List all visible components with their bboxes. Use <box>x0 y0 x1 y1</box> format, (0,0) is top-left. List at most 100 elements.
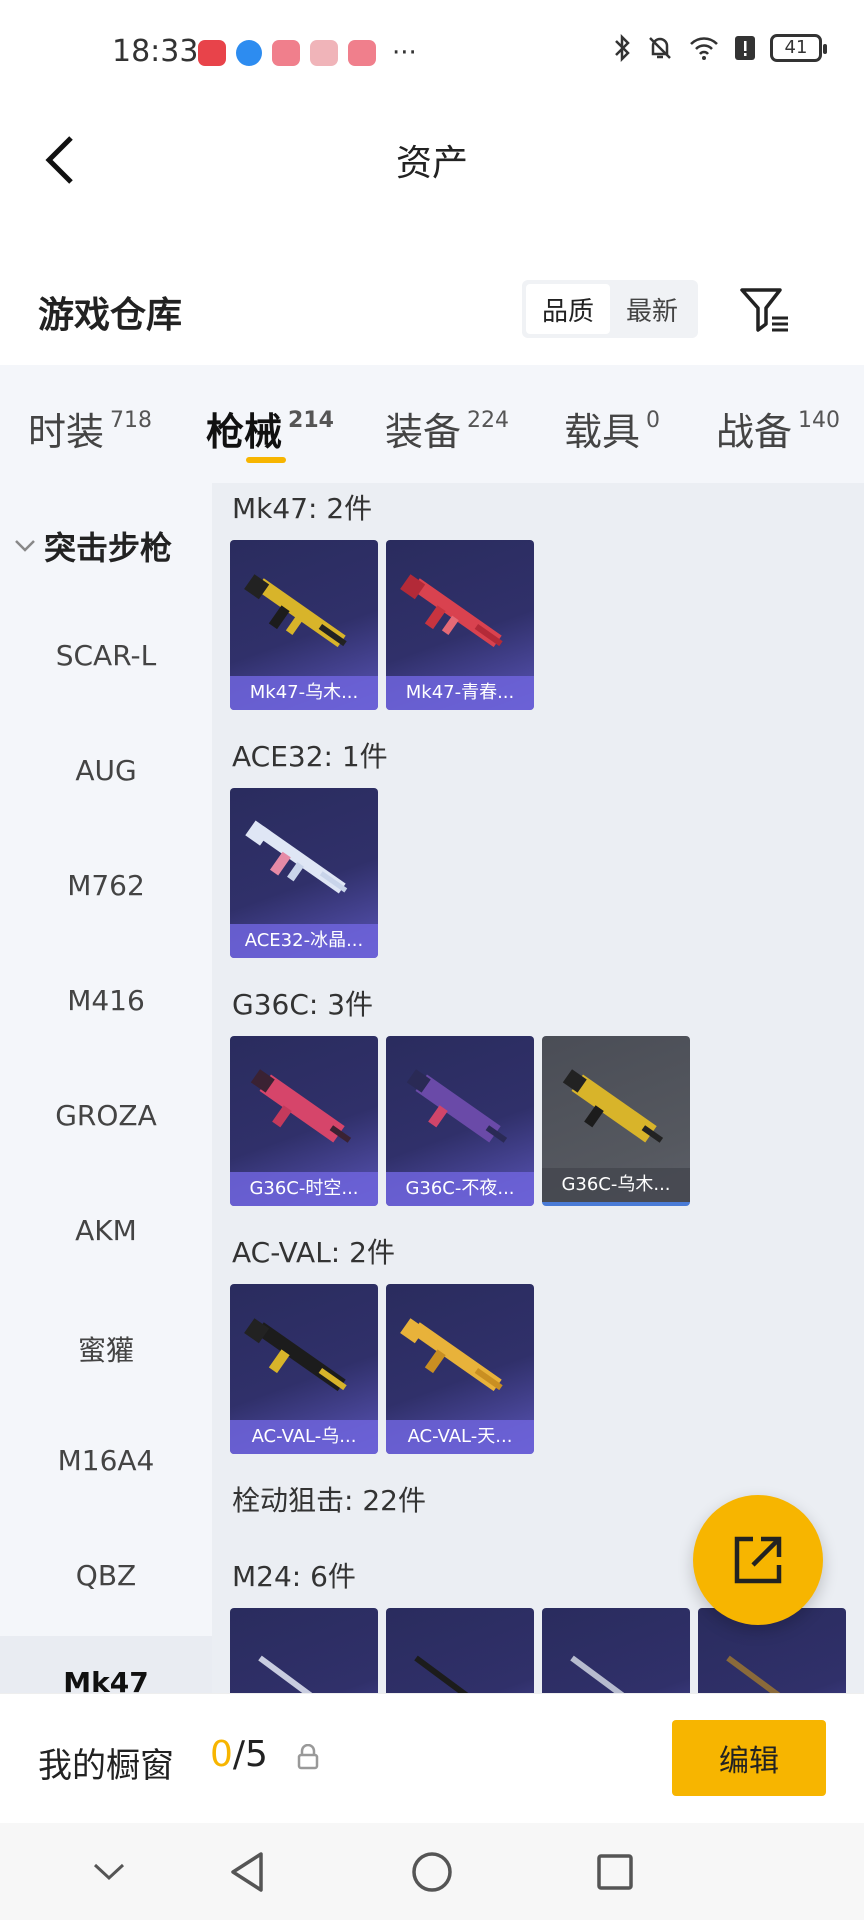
smg-icon <box>406 1069 508 1143</box>
smg-icon <box>250 1069 352 1143</box>
triangle-back-icon <box>231 1852 263 1892</box>
system-nav-bar <box>0 1823 864 1920</box>
rifle-icon <box>245 820 348 894</box>
weapon-card-label: Mk47-青春... <box>386 676 534 710</box>
rifle-icon <box>244 1318 347 1392</box>
sniper-icon <box>570 1655 625 1693</box>
huawei-app-icon <box>198 40 226 66</box>
status-bar: 18:33 ··· 41 <box>0 0 864 100</box>
share-icon <box>734 1536 782 1584</box>
gift-app-icon <box>310 40 338 66</box>
weapon-card[interactable]: G36C-乌木... <box>542 1036 690 1206</box>
weapon-card[interactable]: ACE32-冰晶... <box>230 788 378 958</box>
weapon-card-label: G36C-乌木... <box>542 1168 690 1202</box>
section-title-bolt-sniper: 栓动狙击: 22件 <box>232 1484 426 1517</box>
active-tab-indicator <box>246 457 286 463</box>
showcase-total: /5 <box>232 1734 268 1775</box>
warehouse-title: 游戏仓库 <box>38 295 183 336</box>
page-title: 资产 <box>395 143 468 184</box>
battery-icon: 41 <box>770 34 827 62</box>
tab-firearms[interactable]: 枪械 214 <box>206 401 334 456</box>
smg-icon <box>562 1069 664 1143</box>
sidebar-category-label: 突击步枪 <box>44 529 173 567</box>
sidebar-category-assault-rifle[interactable]: 突击步枪 <box>14 523 172 569</box>
tab-count: 214 <box>288 408 334 433</box>
sidebar-item-qbz[interactable]: QBZ <box>0 1559 212 1592</box>
sidebar-item-scar-l[interactable]: SCAR-L <box>0 639 212 672</box>
weapon-card[interactable]: AC-VAL-乌... <box>230 1284 378 1454</box>
chevron-down-icon <box>15 540 35 552</box>
sniper-icon <box>726 1655 781 1693</box>
showcase-bar: 我的橱窗 0/5 编辑 <box>0 1693 864 1823</box>
share-button[interactable] <box>693 1495 823 1625</box>
group-title-mk47: Mk47: 2件 <box>232 492 373 525</box>
status-time: 18:33 <box>112 34 199 69</box>
edit-button[interactable]: 编辑 <box>672 1720 826 1796</box>
sidebar-item-m762[interactable]: M762 <box>0 869 212 902</box>
tab-supplies[interactable]: 战备 140 <box>716 401 840 456</box>
showcase-count: 0/5 <box>210 1734 268 1775</box>
sidebar-item-m16a4[interactable]: M16A4 <box>0 1444 212 1477</box>
bluetooth-icon <box>615 34 630 62</box>
sniper-icon <box>414 1655 469 1693</box>
weapon-type-sidebar: 突击步枪 SCAR-L AUG M762 M416 GROZA AKM 蜜獾 M… <box>0 483 212 1693</box>
alert-icon <box>735 36 755 60</box>
sidebar-item-aug[interactable]: AUG <box>0 754 212 787</box>
tab-vehicles[interactable]: 载具 0 <box>564 401 660 456</box>
nav-collapse-button[interactable] <box>84 1847 134 1897</box>
notification-icons: ··· <box>198 38 417 68</box>
filter-icon <box>740 288 788 332</box>
sidebar-item-m416[interactable]: M416 <box>0 984 212 1017</box>
rifle-icon <box>244 574 347 648</box>
sidebar-item-akm[interactable]: AKM <box>0 1214 212 1247</box>
title-bar: 资产 <box>0 110 864 210</box>
wifi-icon <box>690 37 718 60</box>
square-recents-icon <box>597 1854 633 1890</box>
weapon-card-label: G36C-时空... <box>230 1172 378 1206</box>
mute-bell-icon <box>649 37 671 59</box>
lock-icon <box>297 1744 319 1770</box>
weapon-card[interactable] <box>230 1608 378 1693</box>
system-icons: 41 <box>612 34 827 62</box>
showcase-used: 0 <box>210 1734 233 1775</box>
rifle-icon <box>400 1318 503 1392</box>
nav-back-button[interactable] <box>222 1847 272 1897</box>
weapon-card[interactable] <box>542 1608 690 1693</box>
sidebar-item-honey-badger[interactable]: 蜜獾 <box>0 1329 212 1369</box>
rifle-icon <box>400 574 503 648</box>
category-tabs: 时装 718 枪械 214 装备 224 载具 0 战备 140 <box>0 365 864 483</box>
weapon-card[interactable]: G36C-不夜... <box>386 1036 534 1206</box>
weapon-card[interactable]: Mk47-青春... <box>386 540 534 710</box>
nav-home-button[interactable] <box>407 1847 457 1897</box>
weapon-card[interactable]: AC-VAL-天... <box>386 1284 534 1454</box>
filter-button[interactable] <box>736 282 792 338</box>
sort-latest-button[interactable]: 最新 <box>610 284 694 334</box>
tiktok-app-icon <box>272 40 300 66</box>
chevron-down-icon <box>93 1863 125 1881</box>
browser-app-icon <box>236 40 262 66</box>
more-notifications-icon: ··· <box>392 38 417 68</box>
weapon-card-label: Mk47-乌木... <box>230 676 378 710</box>
sort-toggle: 品质 最新 <box>522 280 698 338</box>
tab-count: 0 <box>646 408 661 433</box>
sidebar-item-groza[interactable]: GROZA <box>0 1099 212 1132</box>
weapon-card[interactable]: Mk47-乌木... <box>230 540 378 710</box>
group-title-ac-val: AC-VAL: 2件 <box>232 1236 395 1269</box>
tab-fashion[interactable]: 时装 718 <box>28 401 152 456</box>
group-title-m24: M24: 6件 <box>232 1560 356 1593</box>
group-title-g36c: G36C: 3件 <box>232 988 374 1021</box>
nav-recents-button[interactable] <box>590 1847 640 1897</box>
weapon-card-label: G36C-不夜... <box>386 1172 534 1206</box>
weapon-card[interactable]: G36C-时空... <box>230 1036 378 1206</box>
sniper-icon <box>258 1655 313 1693</box>
weapon-card-label: AC-VAL-天... <box>386 1420 534 1454</box>
tab-count: 140 <box>798 408 841 433</box>
weapon-card-label: ACE32-冰晶... <box>230 924 378 958</box>
tab-equipment[interactable]: 装备 224 <box>385 401 509 456</box>
weapon-card[interactable] <box>386 1608 534 1693</box>
sidebar-item-mk47[interactable]: Mk47 <box>0 1636 212 1693</box>
sort-quality-button[interactable]: 品质 <box>526 284 610 334</box>
weapon-card-label: AC-VAL-乌... <box>230 1420 378 1454</box>
tiktok-app-icon-2 <box>348 40 376 66</box>
circle-home-icon <box>412 1852 452 1892</box>
